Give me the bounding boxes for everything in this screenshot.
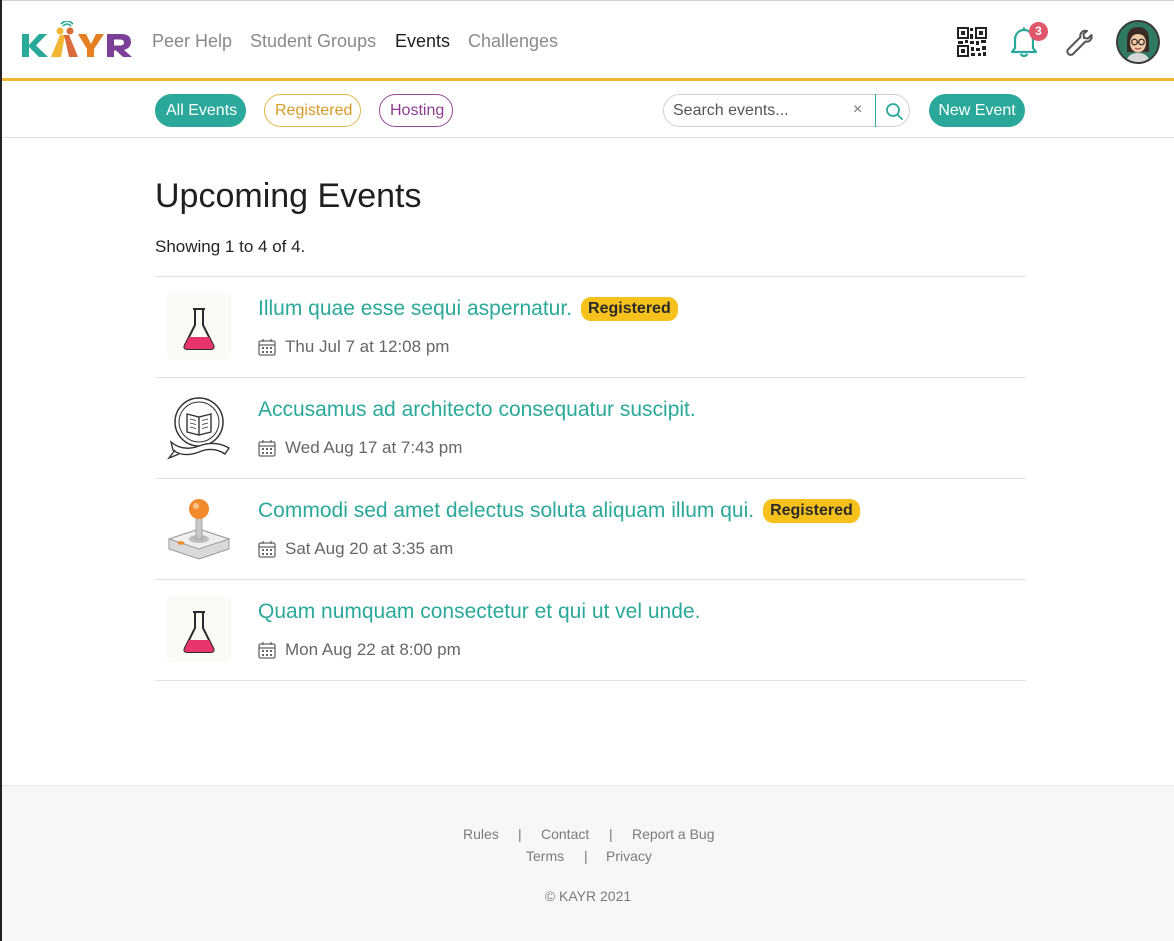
registered-badge: Registered	[581, 297, 678, 321]
filter-all-events[interactable]: All Events	[155, 94, 246, 127]
avatar[interactable]	[1116, 20, 1160, 64]
nav-student-groups[interactable]: Student Groups	[250, 31, 376, 52]
filter-registered[interactable]: Registered	[264, 94, 361, 127]
footer: Rules | Contact | Report a Bug Terms | P…	[2, 785, 1174, 941]
search-input[interactable]	[673, 100, 849, 122]
book-emblem-icon[interactable]	[161, 392, 237, 464]
event-title-link[interactable]: Commodi sed amet delectus soluta aliquam…	[258, 499, 860, 523]
event-row: Quam numquam consectetur et qui ut vel u…	[155, 579, 1026, 681]
search-box: ×	[663, 94, 910, 127]
flask-icon[interactable]	[161, 291, 237, 363]
event-title-text: Illum quae esse sequi aspernatur.	[258, 297, 573, 320]
event-title-link[interactable]: Illum quae esse sequi aspernatur. Registe…	[258, 297, 678, 321]
flask-icon[interactable]	[161, 594, 237, 666]
event-date: Wed Aug 17 at 7:43 pm	[285, 438, 463, 457]
footer-report-bug-link[interactable]: Report a Bug	[632, 826, 715, 842]
copyright: © KAYR 2021	[544, 888, 632, 904]
event-row: Commodi sed amet delectus soluta aliquam…	[155, 478, 1026, 579]
search-clear-button[interactable]: ×	[853, 101, 862, 119]
user-avatar-icon	[1118, 22, 1158, 62]
event-filter-bar: All Events Registered Hosting × New Even…	[2, 84, 1174, 138]
nav-challenges[interactable]: Challenges	[468, 31, 558, 52]
event-date: Thu Jul 7 at 12:08 pm	[285, 337, 450, 356]
nav-events[interactable]: Events	[395, 31, 450, 52]
event-title-text: Commodi sed amet delectus soluta aliquam…	[258, 499, 755, 522]
qr-code-icon[interactable]	[957, 27, 987, 57]
event-title-text: Quam numquam consectetur et qui ut vel u…	[258, 600, 701, 623]
new-event-button[interactable]: New Event	[929, 94, 1025, 127]
top-navbar: Peer Help Student Groups Events Challeng…	[2, 1, 1174, 81]
calendar-icon	[258, 642, 276, 659]
kayr-logo[interactable]	[20, 21, 134, 59]
event-row: Accusamus ad architecto consequatur susc…	[155, 377, 1026, 478]
footer-privacy-link[interactable]: Privacy	[606, 848, 652, 864]
joystick-icon[interactable]	[161, 493, 237, 565]
event-list: Illum quae esse sequi aspernatur. Registe…	[155, 276, 1026, 681]
search-icon	[886, 103, 903, 120]
results-summary: Showing 1 to 4 of 4.	[155, 237, 306, 256]
footer-separator: |	[584, 848, 588, 864]
wrench-icon[interactable]	[1065, 29, 1093, 57]
footer-terms-link[interactable]: Terms	[526, 848, 564, 864]
event-row: Illum quae esse sequi aspernatur. Registe…	[155, 276, 1026, 377]
event-title-text: Accusamus ad architecto consequatur susc…	[258, 398, 696, 421]
event-title-link[interactable]: Quam numquam consectetur et qui ut vel u…	[258, 600, 700, 624]
footer-separator: |	[609, 826, 613, 842]
nav-peer-help[interactable]: Peer Help	[152, 31, 232, 52]
registered-badge: Registered	[763, 499, 860, 523]
event-title-link[interactable]: Accusamus ad architecto consequatur susc…	[258, 398, 696, 422]
calendar-icon	[258, 440, 276, 457]
calendar-icon	[258, 541, 276, 558]
footer-contact-link[interactable]: Contact	[541, 826, 589, 842]
search-button[interactable]	[875, 94, 911, 127]
event-date: Mon Aug 22 at 8:00 pm	[285, 640, 461, 659]
calendar-icon	[258, 339, 276, 356]
page-title: Upcoming Events	[155, 177, 422, 215]
filter-hosting[interactable]: Hosting	[379, 94, 453, 127]
footer-separator: |	[518, 826, 522, 842]
event-date: Sat Aug 20 at 3:35 am	[285, 539, 454, 558]
footer-rules-link[interactable]: Rules	[463, 826, 499, 842]
notification-count-badge: 3	[1029, 22, 1048, 41]
